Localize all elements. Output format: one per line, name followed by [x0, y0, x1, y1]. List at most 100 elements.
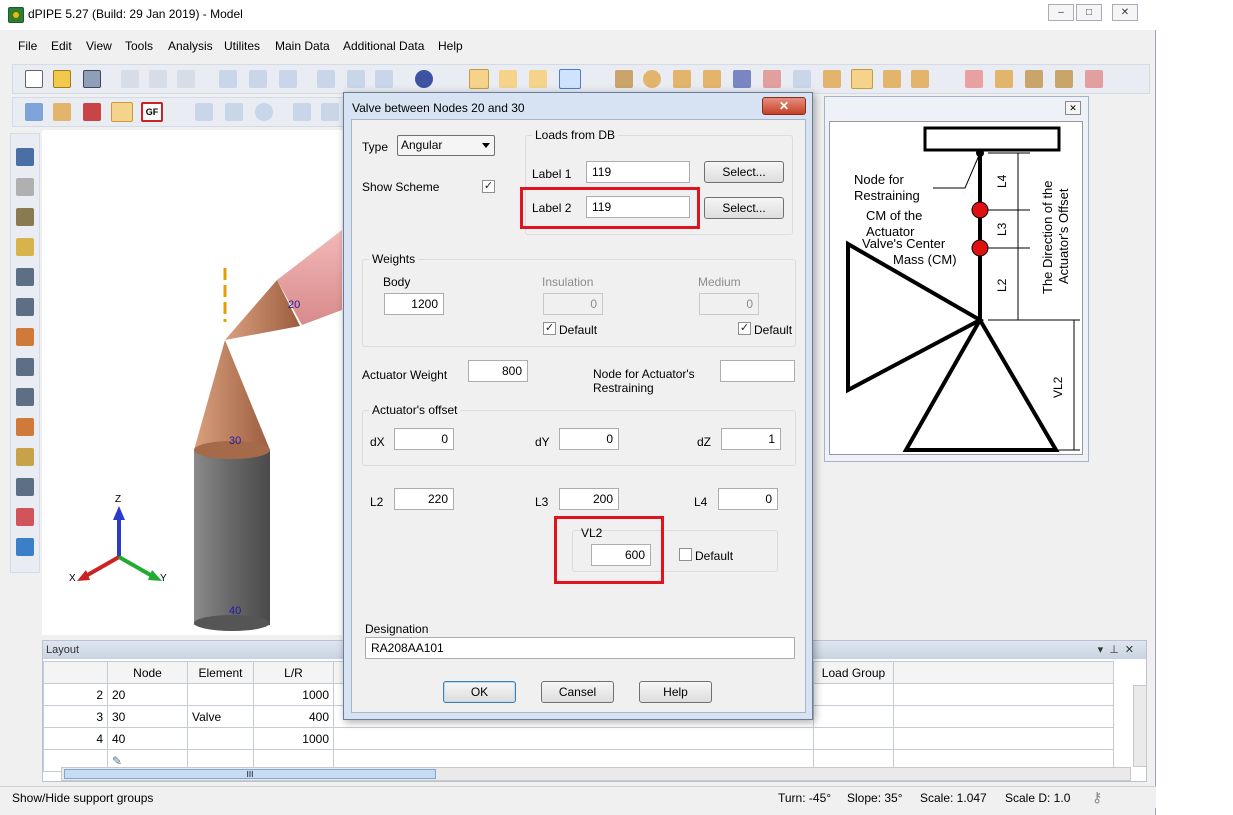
table-row[interactable]: 4 40 1000 [43, 727, 1114, 750]
chart-icon[interactable] [763, 70, 781, 88]
model-viewport[interactable]: 20 30 40 Z X Y [42, 130, 342, 635]
delete-element-icon[interactable] [16, 148, 34, 166]
cell-lr[interactable]: 1000 [253, 683, 334, 706]
col-lr[interactable]: L/R [253, 661, 334, 684]
flange-icon[interactable] [733, 70, 751, 88]
scrollbar-thumb[interactable]: III [64, 769, 436, 779]
reducer-icon[interactable] [16, 328, 34, 346]
move-right-icon[interactable] [249, 70, 267, 88]
menu-view[interactable]: View [86, 39, 112, 53]
maximize-button[interactable]: □ [1076, 4, 1102, 21]
restraint-icon[interactable] [16, 418, 34, 436]
beam-icon[interactable] [673, 70, 691, 88]
edit-node-icon[interactable] [347, 70, 365, 88]
expansion-joint-icon[interactable] [16, 238, 34, 256]
truck-icon[interactable] [1055, 70, 1073, 88]
book-icon[interactable] [529, 70, 547, 88]
sum-icon[interactable] [1025, 70, 1043, 88]
material-icon[interactable] [53, 103, 71, 121]
menu-utilites[interactable]: Utilites [224, 39, 260, 53]
minimize-button[interactable]: – [1048, 4, 1074, 21]
dialog-close-button[interactable]: ✕ [762, 97, 806, 115]
menu-main-data[interactable]: Main Data [275, 39, 330, 53]
body-weight-input[interactable]: 1200 [384, 293, 444, 315]
help-button[interactable]: Help [639, 681, 712, 703]
rotate-icon[interactable] [375, 70, 393, 88]
find-icon[interactable] [317, 70, 335, 88]
insulation-default-checkbox[interactable]: ✓ [543, 322, 556, 335]
cancel-button[interactable]: Cansel [541, 681, 614, 703]
move-left-icon[interactable] [219, 70, 237, 88]
save-icon[interactable] [83, 70, 101, 88]
envelope-icon[interactable] [111, 102, 133, 122]
col-load-group[interactable]: Load Group [813, 661, 894, 684]
tee-icon[interactable] [16, 268, 34, 286]
link-icon[interactable] [16, 538, 34, 556]
menu-file[interactable]: File [18, 39, 37, 53]
pipe-icon[interactable] [615, 70, 633, 88]
grid-icon[interactable] [469, 69, 489, 89]
col-node[interactable]: Node [107, 661, 188, 684]
menu-tools[interactable]: Tools [125, 39, 153, 53]
cut-icon[interactable] [121, 70, 139, 88]
cell-element[interactable] [187, 683, 254, 706]
node-restraining-input[interactable] [720, 360, 795, 382]
show-scheme-checkbox[interactable]: ✓ [482, 180, 495, 193]
support-icon[interactable] [16, 358, 34, 376]
grid-report-icon[interactable] [1085, 70, 1103, 88]
bend-icon[interactable] [643, 70, 661, 88]
menu-analysis[interactable]: Analysis [168, 39, 213, 53]
door-icon[interactable] [195, 103, 213, 121]
cell-node[interactable]: 40 [107, 727, 188, 750]
dy-input[interactable]: 0 [559, 428, 619, 450]
medium-default-checkbox[interactable]: ✓ [738, 322, 751, 335]
m-icon[interactable] [703, 70, 721, 88]
gf-icon[interactable]: GF [141, 102, 163, 122]
l3-input[interactable]: 200 [559, 488, 619, 510]
crosshair-icon[interactable] [255, 103, 273, 121]
type-select[interactable]: Angular [397, 135, 495, 156]
l4-input[interactable]: 0 [718, 488, 778, 510]
edit-icon[interactable] [499, 70, 517, 88]
tool-icon[interactable] [911, 70, 929, 88]
align-icon[interactable] [279, 70, 297, 88]
scheme-close-button[interactable]: ✕ [1065, 101, 1081, 115]
select-label1-button[interactable]: Select... [704, 161, 784, 183]
pin-icon[interactable] [823, 70, 841, 88]
snubber-icon[interactable] [16, 448, 34, 466]
panel-controls-icon[interactable]: ▾⊥✕ [1098, 641, 1140, 659]
measure-icon[interactable] [793, 70, 811, 88]
dz-input[interactable]: 1 [721, 428, 781, 450]
rigid-support-icon[interactable] [16, 478, 34, 496]
close-window-button[interactable]: ✕ [1112, 4, 1138, 21]
layers-icon[interactable] [851, 69, 873, 89]
cell-element[interactable] [187, 727, 254, 750]
wrench-icon[interactable] [321, 103, 339, 121]
spring-hanger-icon[interactable] [16, 508, 34, 526]
cell-node[interactable]: 30 [107, 705, 188, 728]
label1-input[interactable]: 119 [586, 161, 690, 183]
horizontal-scrollbar[interactable]: III [61, 767, 1131, 781]
hanger-icon[interactable] [16, 388, 34, 406]
copy-icon[interactable] [149, 70, 167, 88]
bell-icon[interactable] [883, 70, 901, 88]
warning-icon[interactable] [965, 70, 983, 88]
menu-additional-data[interactable]: Additional Data [343, 39, 424, 53]
menu-edit[interactable]: Edit [51, 39, 72, 53]
cell-node[interactable]: 20 [107, 683, 188, 706]
tripod-icon[interactable] [225, 103, 243, 121]
select-label2-button[interactable]: Select... [704, 197, 784, 219]
vessel-icon[interactable] [16, 178, 34, 196]
ok-button[interactable]: OK [443, 681, 516, 703]
dx-input[interactable]: 0 [394, 428, 454, 450]
cell-lr[interactable]: 400 [253, 705, 334, 728]
valve-db-icon[interactable] [83, 103, 101, 121]
open-folder-icon[interactable] [53, 70, 71, 88]
col-element[interactable]: Element [187, 661, 254, 684]
l2-input[interactable]: 220 [394, 488, 454, 510]
calculator-icon[interactable] [25, 103, 43, 121]
medium-weight-input[interactable]: 0 [699, 293, 759, 315]
anchor-icon[interactable] [16, 208, 34, 226]
new-file-icon[interactable] [25, 70, 43, 88]
designation-input[interactable]: RA208AA101 [365, 637, 795, 659]
